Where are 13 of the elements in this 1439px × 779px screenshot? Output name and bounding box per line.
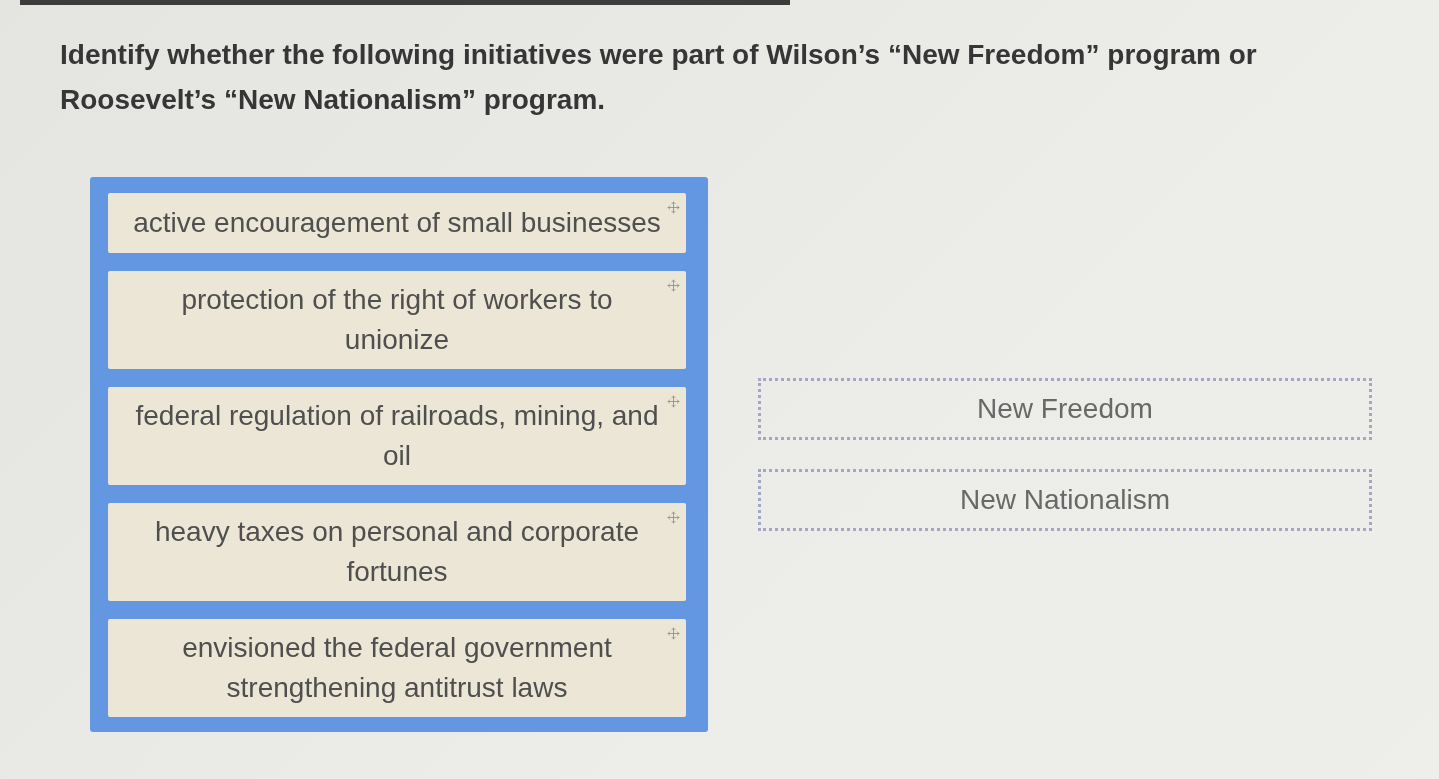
move-icon <box>667 279 680 292</box>
drag-card[interactable]: protection of the right of workers to unionize <box>108 271 686 369</box>
move-icon <box>667 511 680 524</box>
move-icon <box>667 201 680 214</box>
drag-card[interactable]: envisioned the federal government strengthening antitrust laws <box>108 619 686 717</box>
drag-card[interactable]: active encouragement of small businesses <box>108 193 686 253</box>
drop-zone[interactable]: New Freedom <box>758 378 1372 440</box>
move-icon <box>667 627 680 640</box>
drag-card[interactable]: federal regulation of railroads, mining, and oil <box>108 387 686 485</box>
move-icon <box>667 395 680 408</box>
drag-card[interactable]: heavy taxes on personal and corporate fortunes <box>108 503 686 601</box>
drop-zone[interactable]: New Nationalism <box>758 469 1372 531</box>
question-text: Identify whether the following initiatives were part of Wilson’s “New Freedom” program or Roosevelt’s “New Nationalism” program. <box>60 38 1258 117</box>
